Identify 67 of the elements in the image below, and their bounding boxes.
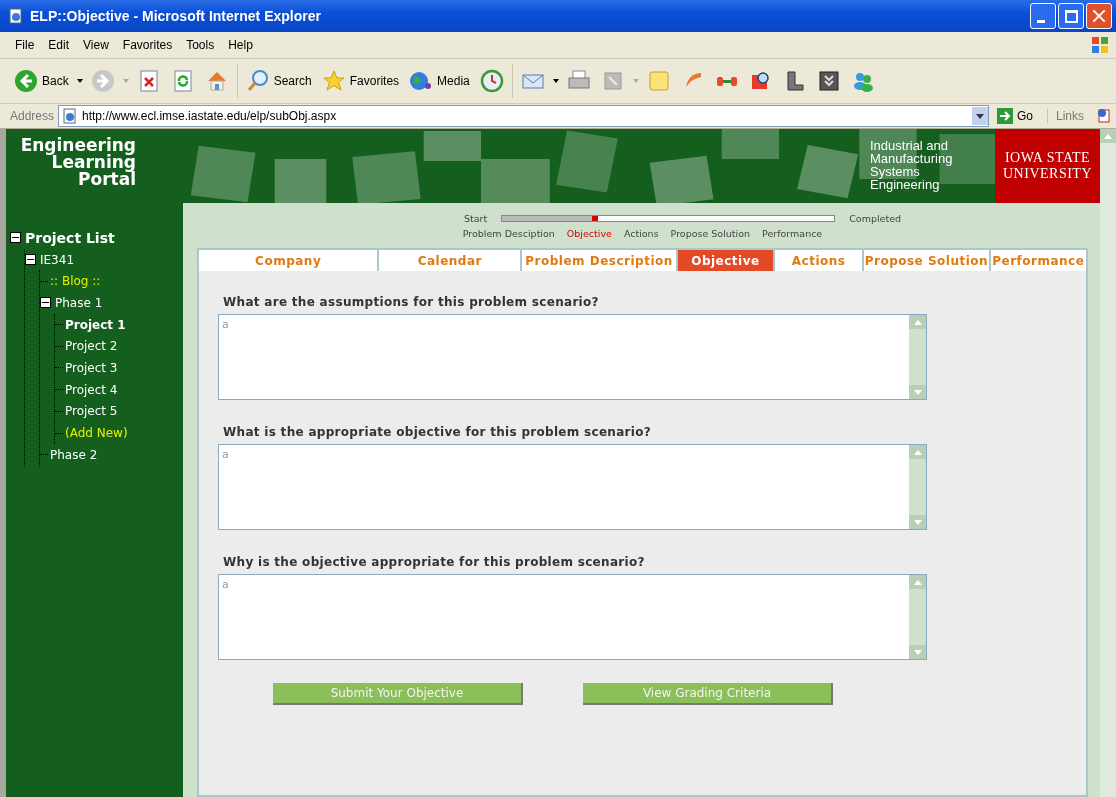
history-icon[interactable] [479,69,504,93]
go-button[interactable]: Go [992,108,1043,124]
download-icon[interactable] [816,69,841,93]
tree-item[interactable]: Phase 2 [50,447,98,462]
dropdown-button[interactable] [971,107,988,125]
question-label: Why is the objective appropriate for this problem scenario? [223,555,646,569]
tree-item[interactable]: Phase 1 [55,295,103,310]
progress-stage: Actions [623,228,659,239]
star-icon [321,69,346,93]
menu-item[interactable]: Favorites [115,38,180,52]
department-text: Systems [870,165,920,178]
tree-item[interactable]: Project 2 [65,339,118,354]
collapse-icon[interactable] [40,297,51,309]
search-button[interactable]: Search [243,67,314,95]
tree-item[interactable]: IE341 [40,252,75,267]
url-text: http://www.ecl.imse.iastate.edu/elp/subObj.aspx [82,109,338,123]
media-button[interactable]: Media [407,67,472,95]
back-button[interactable]: Back [12,67,71,95]
links-button[interactable]: Links [1047,109,1092,123]
tree-title[interactable]: Project List [25,229,115,246]
page-icon [62,108,79,124]
tree-item[interactable]: Project 5 [65,404,118,419]
search-icon [245,69,270,93]
address-field[interactable]: http://www.ecl.imse.iastate.edu/elp/subObj.aspx [58,105,989,127]
collapse-icon[interactable] [10,232,21,244]
windows-logo-icon [1090,35,1110,55]
department-text: Manufacturing [870,152,954,165]
progress-stage: Performance [762,228,823,239]
close-button[interactable] [1086,3,1112,29]
question-label: What is the appropriate objective for this problem scenario? [223,425,653,439]
caret-icon[interactable] [552,79,559,83]
progress-start-label: Start [463,213,488,224]
department-text: Engineering [870,178,941,191]
minimize-button[interactable] [1030,3,1056,29]
menu-item[interactable]: File [8,38,42,52]
tree-link[interactable]: (Add New) [65,426,128,441]
pdf-icon[interactable] [1096,108,1112,124]
globe-icon [409,69,434,93]
department-text: Industrial and [870,139,950,152]
scrollbar[interactable] [1100,129,1116,797]
tab[interactable]: Objective [677,250,774,271]
menu-item[interactable]: Tools [179,38,222,52]
menu-item[interactable]: View [76,38,116,52]
restore-button[interactable] [1058,3,1084,29]
page-icon [8,8,24,24]
logo-text: Portal [78,171,136,188]
university-text: IOWA STATE [1004,150,1091,166]
progress-stage: Propose Solution [670,228,750,239]
window-title: ELP::Objective - Microsoft Internet Explorer [30,8,322,24]
progress-end-label: Completed [849,213,901,224]
progress-stage: Problem Desciption [462,228,555,239]
logo-text: Learning [51,154,136,171]
university-text: UNIVERSITY [1003,166,1092,182]
menu-item[interactable]: Help [221,38,260,52]
tree-item[interactable]: Project 1 [65,317,126,332]
tree-item[interactable]: Project 3 [65,360,118,375]
question-label: What are the assumptions for this problem scenario? [223,295,600,309]
arrow-icon [996,108,1013,124]
caret-icon[interactable] [76,79,83,83]
tree-item[interactable]: Project 4 [65,382,118,397]
collapse-icon[interactable] [25,254,36,266]
tree-link[interactable]: :: Blog :: [50,274,101,289]
favorites-button[interactable]: Favorites [319,67,402,95]
logo-text: Engineering [20,137,136,154]
menu-item[interactable]: Edit [41,38,77,52]
address-label: Address [10,109,55,123]
progress-stage: Objective [566,228,612,239]
